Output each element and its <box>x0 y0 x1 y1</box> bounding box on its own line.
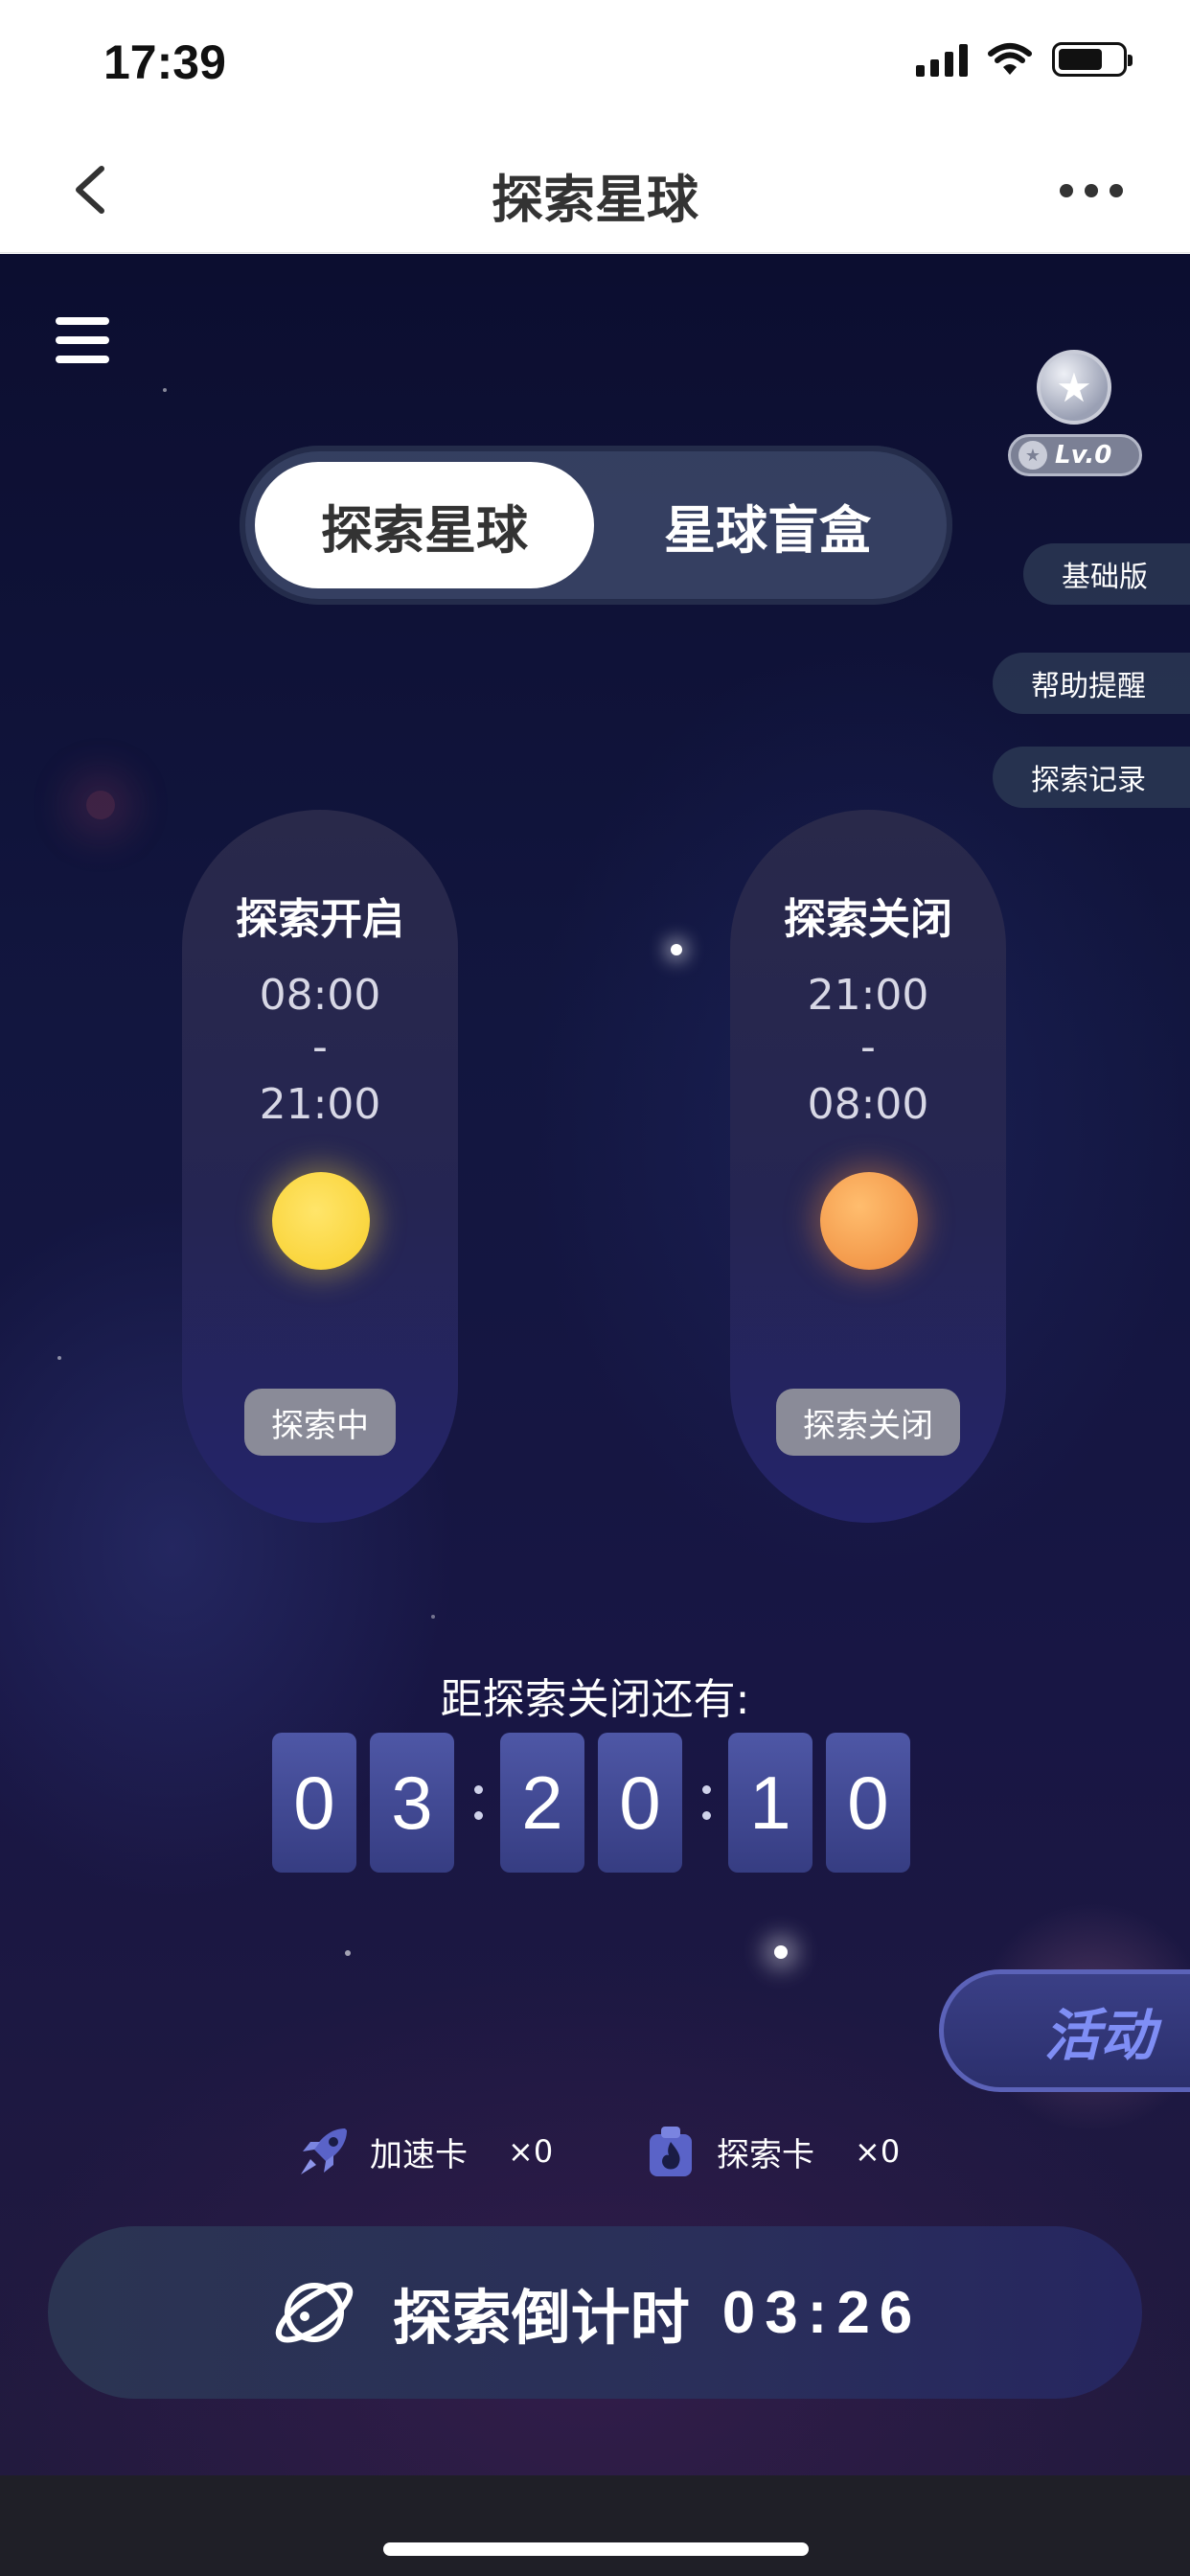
explore-card-label: 探索卡 <box>717 2135 814 2174</box>
countdown-colon <box>462 1733 494 1873</box>
rocket-icon <box>301 2128 347 2174</box>
card-title: 探索关闭 <box>784 895 952 944</box>
star-decoration <box>431 1615 435 1619</box>
countdown-digit: 1 <box>728 1733 812 1873</box>
side-button-records[interactable]: 探索记录 <box>993 747 1190 808</box>
countdown-digit: 0 <box>598 1733 682 1873</box>
status-icons <box>916 42 1133 77</box>
navigation-bar: 探索星球 <box>0 126 1190 253</box>
countdown-digit: 3 <box>370 1733 454 1873</box>
star-decoration <box>671 944 682 955</box>
sunset-icon <box>820 1172 918 1270</box>
countdown-label: 距探索关闭还有: <box>440 1675 750 1724</box>
explore-card-count: ×0 <box>855 2133 901 2170</box>
battery-icon <box>1052 42 1133 77</box>
star-decoration <box>57 1356 61 1360</box>
wifi-icon <box>988 43 1032 75</box>
activity-button[interactable]: 活动 <box>939 1969 1190 2092</box>
card-time-separator: - <box>860 1023 876 1071</box>
explore-open-card: 探索开启 08:00 - 21:00 探索中 <box>182 810 458 1523</box>
star-decoration <box>86 791 115 819</box>
status-badge: 探索关闭 <box>776 1389 960 1456</box>
explore-card-item[interactable]: 探索卡 ×0 <box>640 2118 900 2185</box>
countdown-digits: 0 3 2 0 1 0 <box>272 1733 924 1873</box>
star-medal-icon: ★ <box>1018 441 1047 470</box>
segmented-tabs: 探索星球 星球盲盒 <box>240 446 952 605</box>
main-button-label: 探索倒计时 <box>392 2283 690 2353</box>
level-pill: ★ Lv.0 <box>1008 434 1142 476</box>
countdown-digit: 0 <box>272 1733 356 1873</box>
countdown-digit: 2 <box>500 1733 584 1873</box>
sun-icon <box>272 1172 370 1270</box>
page-title: 探索星球 <box>492 170 698 230</box>
explore-scene: ★ ★ Lv.0 基础版 帮助提醒 探索记录 探索星球 星球盲盒 探索开启 08… <box>0 254 1190 2475</box>
level-badge[interactable]: ★ ★ Lv.0 <box>1004 350 1148 484</box>
countdown-colon <box>690 1733 722 1873</box>
side-button-basic[interactable]: 基础版 <box>1023 543 1190 605</box>
star-decoration <box>163 388 167 392</box>
countdown-digit: 0 <box>826 1733 910 1873</box>
hamburger-menu-icon[interactable] <box>56 317 109 363</box>
explore-countdown-button[interactable]: 探索倒计时 03:26 <box>48 2226 1142 2399</box>
star-decoration <box>345 1950 351 1956</box>
status-bar: 17:39 <box>0 0 1190 126</box>
speed-card-item[interactable]: 加速卡 ×0 <box>293 2118 553 2185</box>
planet-icon <box>275 2282 353 2343</box>
level-label: Lv.0 <box>1055 441 1112 470</box>
status-badge: 探索中 <box>244 1389 396 1456</box>
card-start-time: 21:00 <box>807 971 929 1020</box>
card-title: 探索开启 <box>236 895 404 944</box>
star-medal-icon: ★ <box>1037 350 1111 425</box>
explore-closed-card: 探索关闭 21:00 - 08:00 探索关闭 <box>730 810 1006 1523</box>
tab-planet-blind-box[interactable]: 星球盲盒 <box>598 462 937 588</box>
tab-explore-planet[interactable]: 探索星球 <box>255 462 594 588</box>
side-button-help[interactable]: 帮助提醒 <box>993 653 1190 714</box>
signal-icon <box>916 42 968 77</box>
home-indicator[interactable] <box>383 2542 809 2556</box>
speed-card-label: 加速卡 <box>370 2135 468 2174</box>
card-end-time: 08:00 <box>807 1080 929 1129</box>
card-time-separator: - <box>312 1023 328 1071</box>
more-dots-icon[interactable] <box>1060 184 1123 197</box>
status-time: 17:39 <box>103 35 226 89</box>
flame-bag-icon <box>650 2127 692 2176</box>
card-start-time: 08:00 <box>259 971 381 1020</box>
home-bar <box>0 2475 1190 2576</box>
card-end-time: 21:00 <box>259 1080 381 1129</box>
speed-card-count: ×0 <box>508 2133 554 2170</box>
star-decoration <box>774 1945 788 1959</box>
main-button-time: 03:26 <box>721 2279 923 2346</box>
